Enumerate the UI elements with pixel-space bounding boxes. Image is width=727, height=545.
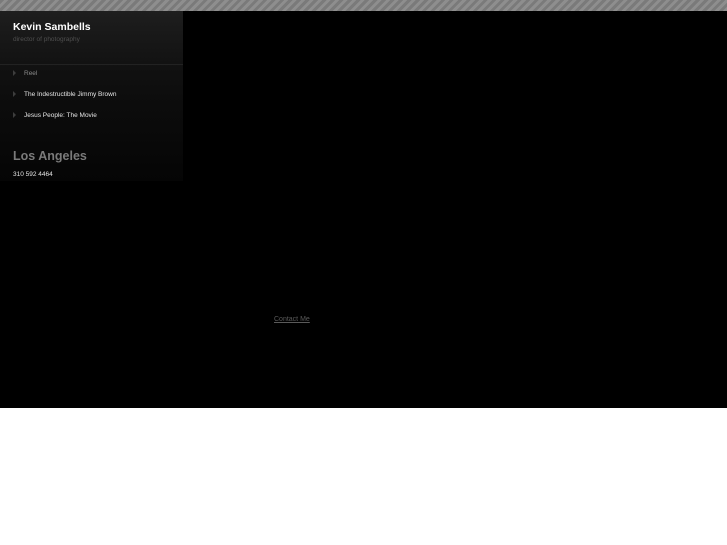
nav-item-label[interactable]: Jesus People: The Movie bbox=[24, 110, 97, 122]
triangle-right-icon bbox=[13, 70, 16, 76]
nav-item-reel[interactable]: Reel bbox=[0, 68, 183, 89]
phone-number: 310 592 4464 bbox=[13, 171, 53, 178]
city-heading: Los Angeles bbox=[13, 149, 87, 163]
site-subtitle: director of photography bbox=[13, 36, 80, 43]
nav-item-label[interactable]: Reel bbox=[24, 68, 37, 80]
nav-item-jimmy-brown[interactable]: The Indestructible Jimmy Brown bbox=[0, 89, 183, 110]
nav-item-label[interactable]: The Indestructible Jimmy Brown bbox=[24, 89, 116, 101]
site-header: Kevin Sambells director of photography bbox=[0, 11, 183, 65]
triangle-right-icon bbox=[13, 112, 16, 118]
triangle-right-icon bbox=[13, 91, 16, 97]
contact-me-link[interactable]: Contact Me bbox=[274, 316, 310, 323]
site-title[interactable]: Kevin Sambells bbox=[13, 21, 91, 33]
top-stripe-bar bbox=[0, 0, 727, 11]
nav-menu: Reel The Indestructible Jimmy Brown Jesu… bbox=[0, 68, 183, 131]
sidebar: Kevin Sambells director of photography R… bbox=[0, 11, 183, 181]
main-stage: Kevin Sambells director of photography R… bbox=[0, 11, 727, 408]
nav-item-jesus-people[interactable]: Jesus People: The Movie bbox=[0, 110, 183, 131]
